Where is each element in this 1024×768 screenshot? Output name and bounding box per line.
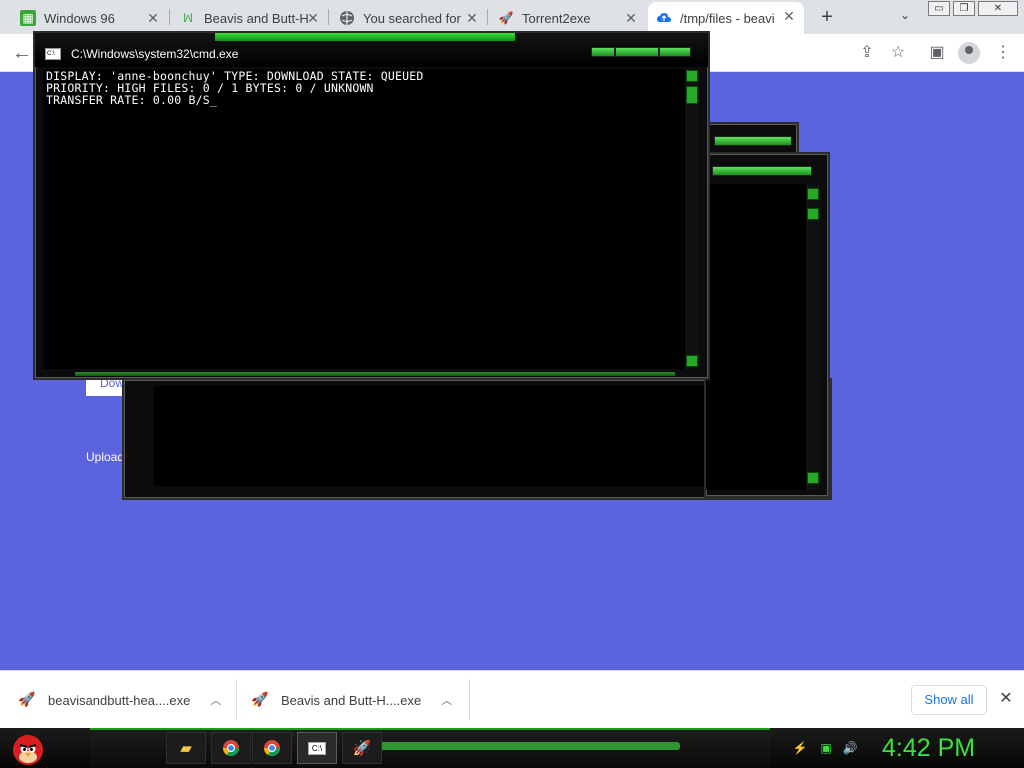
cmd-window-title: C:\Windows\system32\cmd.exe	[71, 47, 239, 61]
scroll-up-button[interactable]	[686, 70, 698, 82]
tab-windows96[interactable]: ▦ Windows 96 ✕	[12, 4, 168, 32]
minimize-button[interactable]	[591, 47, 615, 57]
close-window-button[interactable]: ✕	[978, 1, 1018, 16]
kebab-menu-icon[interactable]: ⋮	[992, 42, 1014, 64]
close-tab-icon[interactable]: ✕	[780, 7, 798, 25]
scroll-up-button[interactable]	[807, 188, 819, 200]
tab-label: Torrent2exe	[522, 10, 591, 26]
bookmark-star-icon[interactable]: ☆	[887, 42, 909, 64]
taskbar-file-explorer[interactable]: ▰	[166, 732, 206, 764]
show-all-button[interactable]: Show all	[911, 685, 987, 715]
cmd-icon: C:\	[45, 48, 61, 60]
restore-window-button[interactable]: ❐	[953, 1, 975, 16]
start-button[interactable]	[8, 728, 48, 768]
close-tab-icon[interactable]: ✕	[304, 9, 322, 27]
rocket-icon: 🚀	[251, 691, 269, 707]
cmd-icon: C:\	[307, 741, 327, 755]
upload-link[interactable]: Upload	[86, 450, 124, 464]
window-controls[interactable]	[712, 166, 812, 176]
titlebar-accent	[215, 33, 515, 41]
scroll-down-button[interactable]	[686, 355, 698, 367]
minimize-window-button[interactable]: ▭	[928, 1, 950, 16]
tab-label: /tmp/files - beavi	[680, 10, 775, 26]
side-panel-icon[interactable]: ▣	[926, 42, 948, 64]
taskbar-chrome[interactable]	[211, 732, 251, 764]
rocket-icon: 🚀	[18, 691, 36, 707]
windows96-icon: ▦	[20, 10, 36, 26]
taskbar-clock[interactable]: 4:42 PM	[882, 732, 992, 764]
taskbar-chrome[interactable]	[252, 732, 292, 764]
tab-divider	[328, 9, 329, 25]
download-divider	[469, 679, 470, 721]
cloud-icon	[656, 10, 672, 26]
chevron-up-icon[interactable]: ︿	[210, 692, 221, 708]
globe-icon	[339, 10, 355, 26]
window-controls[interactable]	[714, 136, 792, 146]
angry-bird-icon	[13, 734, 43, 765]
close-tab-icon[interactable]: ✕	[622, 9, 640, 27]
terminal-body	[706, 184, 806, 490]
download-divider	[236, 679, 237, 721]
chevron-up-icon[interactable]: ︿	[441, 692, 452, 708]
profile-avatar[interactable]	[958, 42, 980, 64]
site-icon: ꟽ	[182, 11, 194, 25]
download-filename: Beavis and Butt-H....exe	[281, 692, 422, 708]
taskbar-torrent2exe[interactable]: 🚀	[342, 732, 382, 764]
cmd-window[interactable]: C:\ C:\Windows\system32\cmd.exe DISPLAY:…	[33, 31, 710, 380]
volume-icon[interactable]: 🔊	[842, 740, 858, 756]
close-tab-icon[interactable]: ✕	[463, 9, 481, 27]
maximize-button[interactable]	[615, 47, 659, 57]
download-item[interactable]: 🚀 beavisandbutt-hea....exe ︿	[18, 679, 221, 721]
chrome-icon	[263, 740, 281, 757]
back-arrow-icon[interactable]: ←	[10, 41, 34, 65]
browser-tab-strip: ▦ Windows 96 ✕ ꟽ Beavis and Butt-H ✕ You…	[0, 0, 1024, 34]
scroll-thumb[interactable]	[807, 208, 819, 220]
rocket-icon: 🚀	[498, 11, 514, 25]
tab-divider	[487, 9, 488, 25]
tab-label: Beavis and Butt-H	[204, 10, 309, 26]
terminal-output[interactable]: DISPLAY: 'anne-boonchuy' TYPE: DOWNLOAD …	[43, 69, 698, 369]
tab-beavis[interactable]: ꟽ Beavis and Butt-H ✕	[172, 4, 328, 32]
rocket-icon: 🚀	[352, 740, 372, 757]
terminal-line: TRANSFER RATE: 0.00 B/S_	[46, 93, 217, 107]
new-tab-button[interactable]: +	[816, 6, 838, 28]
tab-search[interactable]: You searched for ✕	[331, 4, 487, 32]
taskbar	[0, 728, 1024, 768]
folder-icon: ▰	[180, 740, 192, 757]
scroll-thumb[interactable]	[686, 86, 698, 104]
share-icon[interactable]: ⇪	[856, 42, 878, 64]
background-terminal-window[interactable]	[704, 122, 799, 156]
scroll-down-button[interactable]	[807, 472, 819, 484]
downloads-bar: 🚀 beavisandbutt-hea....exe ︿ 🚀 Beavis an…	[0, 670, 1024, 728]
scrollbar[interactable]	[806, 184, 820, 490]
close-button[interactable]	[659, 47, 691, 57]
taskbar-accent	[380, 742, 680, 750]
scrollbar[interactable]	[685, 69, 699, 369]
monitor-icon[interactable]: ▣	[818, 740, 834, 756]
tab-search-chevron-icon[interactable]: ⌄	[896, 8, 914, 26]
tab-label: You searched for	[363, 10, 461, 26]
tab-torrent2exe[interactable]: 🚀 Torrent2exe ✕	[490, 4, 646, 32]
close-tab-icon[interactable]: ✕	[144, 9, 162, 27]
tab-divider	[169, 9, 170, 25]
close-icon[interactable]: ✕	[996, 689, 1016, 709]
download-item[interactable]: 🚀 Beavis and Butt-H....exe ︿	[251, 679, 452, 721]
window-bottom-accent	[75, 372, 675, 376]
chrome-icon	[222, 740, 240, 757]
tab-tmp-files[interactable]: /tmp/files - beavi ✕	[648, 2, 804, 34]
network-icon[interactable]: ⚡	[792, 740, 808, 756]
taskbar-cmd[interactable]: C:\	[297, 732, 337, 764]
tab-label: Windows 96	[44, 10, 115, 26]
download-filename: beavisandbutt-hea....exe	[48, 692, 191, 708]
background-terminal-window[interactable]	[704, 152, 830, 498]
